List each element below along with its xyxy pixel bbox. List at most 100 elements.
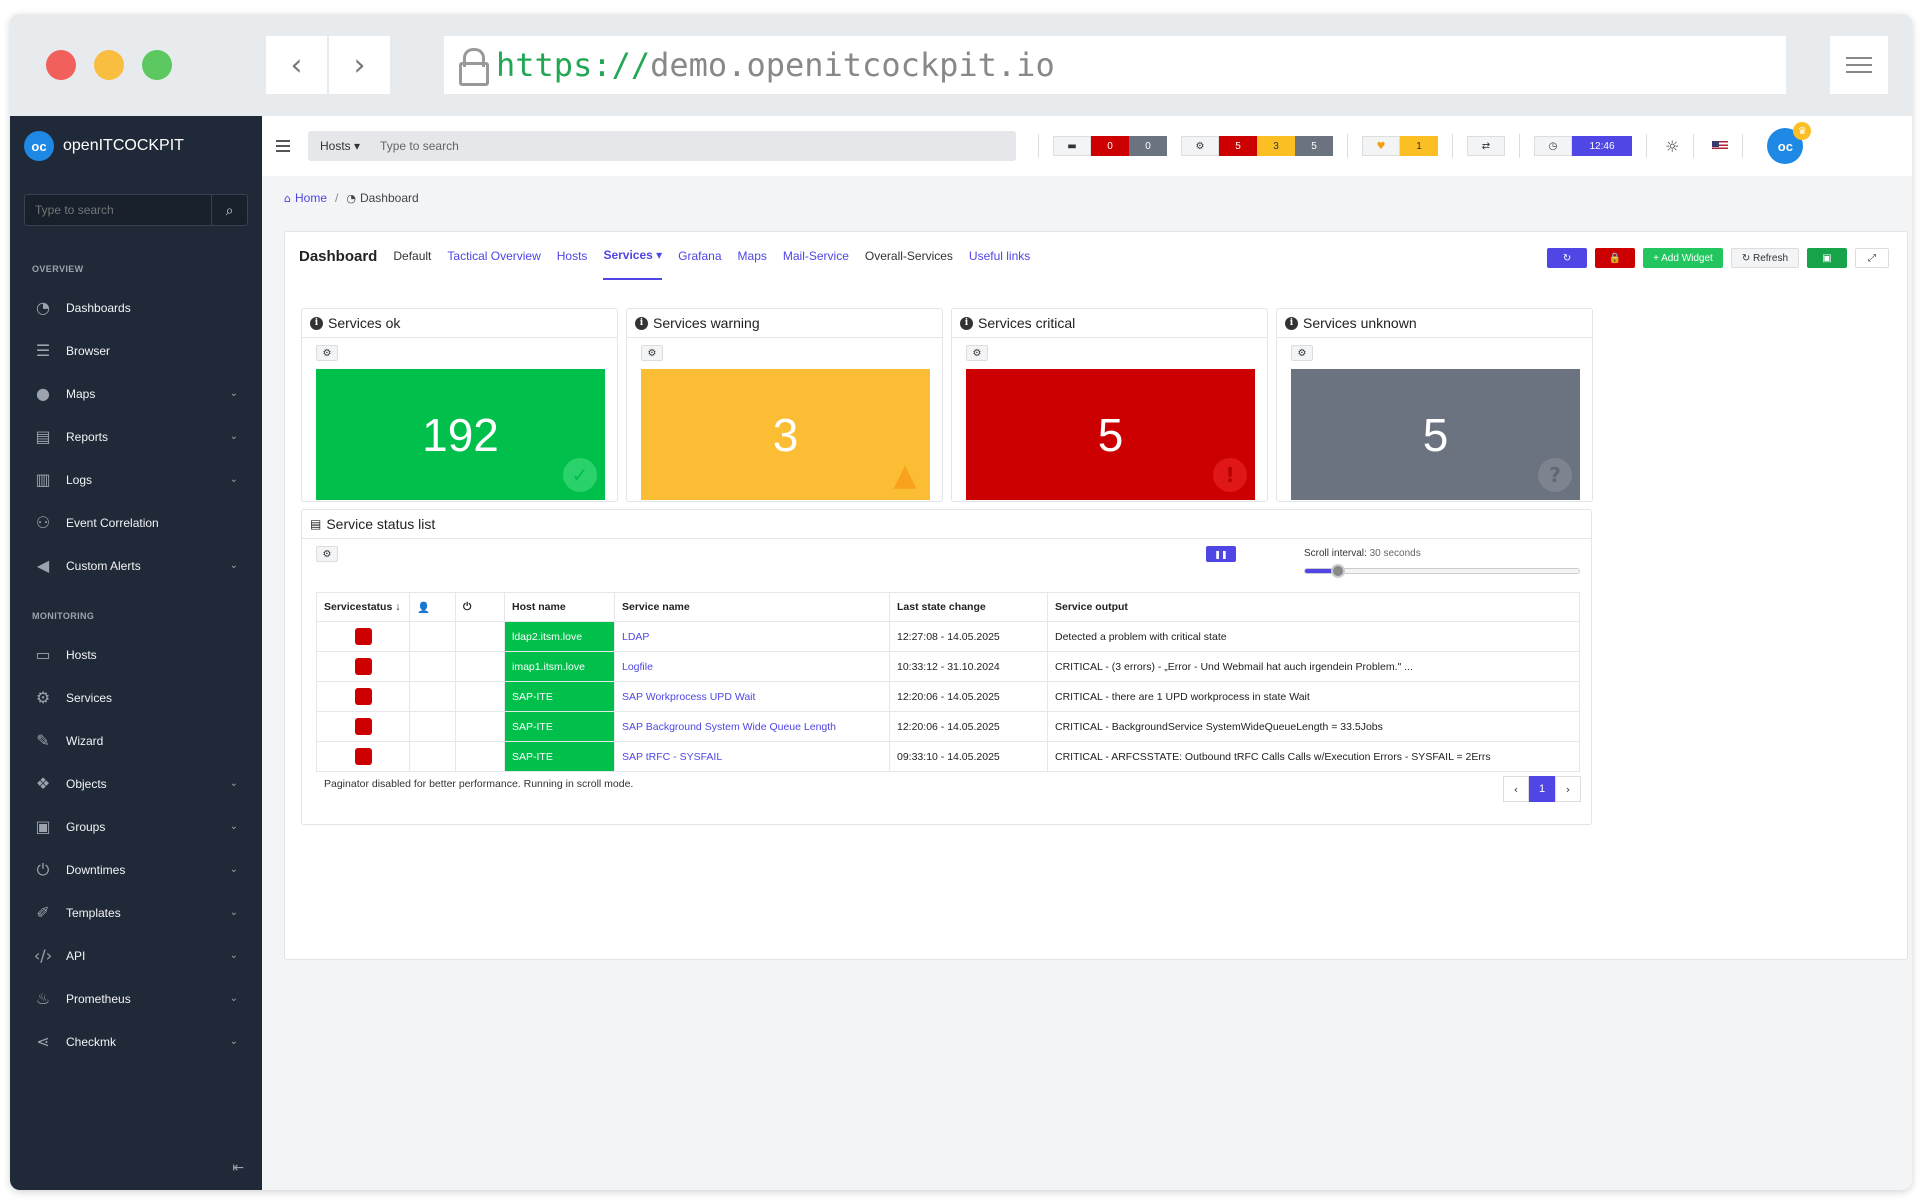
avatar[interactable]: oc ♛: [1767, 122, 1812, 164]
close-window-button[interactable]: [46, 50, 76, 80]
service-link[interactable]: SAP Workprocess UPD Wait: [622, 691, 755, 703]
page-1-button[interactable]: 1: [1529, 776, 1555, 802]
sidebar-item-prometheus[interactable]: ♨ Prometheus ⌄: [10, 977, 262, 1020]
next-page-button[interactable]: ›: [1555, 776, 1581, 802]
acknowledged-cell: [409, 741, 456, 772]
service-link[interactable]: SAP Background System Wide Queue Length: [622, 721, 836, 733]
tile-settings-button[interactable]: ⚙: [966, 345, 988, 361]
column-service-name[interactable]: Service name: [614, 592, 890, 622]
prev-page-button[interactable]: ‹: [1503, 776, 1529, 802]
notification-count[interactable]: 1: [1400, 136, 1438, 156]
table-body: ldap2.itsm.love LDAP 12:27:08 - 14.05.2025…: [316, 621, 1580, 772]
sun-icon[interactable]: ☼: [1665, 137, 1679, 156]
services-unknown-count[interactable]: 5: [1295, 136, 1333, 156]
maximize-window-button[interactable]: [142, 50, 172, 80]
column-service-output[interactable]: Service output: [1047, 592, 1580, 622]
refresh-button[interactable]: ↻ Refresh: [1730, 248, 1799, 268]
column-host-name[interactable]: Host name: [504, 592, 615, 622]
top-search-input[interactable]: Type to search: [380, 139, 459, 153]
tab-hosts[interactable]: Hosts: [557, 232, 588, 280]
lock-dashboard-button[interactable]: 🔒: [1595, 248, 1636, 268]
sidebar-item-browser[interactable]: ☰ Browser: [10, 329, 262, 372]
minimize-window-button[interactable]: [94, 50, 124, 80]
sidebar-search-input[interactable]: [25, 203, 211, 217]
sidebar-item-maps[interactable]: ● Maps ⌄: [10, 372, 262, 415]
sidebar-item-wizard[interactable]: ✎ Wizard: [10, 719, 262, 762]
table-row[interactable]: ldap2.itsm.love LDAP 12:27:08 - 14.05.2025…: [316, 621, 1580, 652]
tab-services[interactable]: Services ▾: [603, 232, 663, 280]
sidebar-item-custom-alerts[interactable]: ◀ Custom Alerts ⌄: [10, 544, 262, 587]
hosts-unreachable-count[interactable]: 0: [1129, 136, 1167, 156]
browser-menu-button[interactable]: [1830, 36, 1888, 94]
service-link[interactable]: SAP tRFC - SYSFAIL: [622, 751, 722, 763]
sidebar-item-objects[interactable]: ❖ Objects ⌄: [10, 762, 262, 805]
tile-settings-button[interactable]: ⚙: [316, 345, 338, 361]
slider-handle[interactable]: [1330, 564, 1345, 578]
downtime-column-icon[interactable]: ⏻: [455, 592, 505, 622]
sidebar-item-checkmk[interactable]: ⋖ Checkmk ⌄: [10, 1020, 262, 1063]
table-row[interactable]: SAP-ITE SAP Background System Wide Queue …: [316, 711, 1580, 742]
downtime-cell: [455, 651, 505, 682]
sync-icon[interactable]: ⇄: [1467, 136, 1505, 156]
widget-settings-button[interactable]: ⚙: [316, 546, 338, 562]
pause-scroll-button[interactable]: ❚❚: [1206, 546, 1236, 562]
forward-button[interactable]: ›: [329, 36, 390, 94]
add-widget-button[interactable]: + Add Widget: [1643, 248, 1723, 268]
sidebar-item-templates[interactable]: ✐ Templates ⌄: [10, 891, 262, 934]
tab-maps[interactable]: Maps: [738, 232, 767, 280]
sidebar-item-event-correlation[interactable]: ⚇ Event Correlation: [10, 501, 262, 544]
sidebar-item-services[interactable]: ⚙ Services: [10, 676, 262, 719]
sidebar-item-logs[interactable]: ▥ Logs ⌄: [10, 458, 262, 501]
address-bar[interactable]: https://demo.openitcockpit.io: [444, 36, 1786, 94]
tab-default[interactable]: Default: [393, 232, 431, 280]
service-link[interactable]: Logfile: [622, 661, 653, 673]
column-servicestatus[interactable]: Servicestatus ↓: [316, 592, 410, 622]
back-button[interactable]: ‹: [266, 36, 329, 94]
sidebar-item-api[interactable]: ‹/› API ⌄: [10, 934, 262, 977]
column-last-state-change[interactable]: Last state change: [889, 592, 1048, 622]
tab-tactical-overview[interactable]: Tactical Overview: [447, 232, 540, 280]
us-flag-icon[interactable]: [1712, 140, 1729, 152]
hosts-down-count[interactable]: 0: [1091, 136, 1129, 156]
table-row[interactable]: SAP-ITE SAP tRFC - SYSFAIL 09:33:10 - 14.0…: [316, 741, 1580, 772]
tile-value-box[interactable]: 5?: [1291, 369, 1580, 500]
brand[interactable]: oc openITCOCKPIT: [10, 116, 262, 176]
host-name-cell[interactable]: SAP-ITE: [504, 711, 615, 742]
fullscreen-button[interactable]: ⤢: [1855, 248, 1889, 268]
tab-mail-service[interactable]: Mail-Service: [783, 232, 849, 280]
tile-settings-button[interactable]: ⚙: [1291, 345, 1313, 361]
search-icon[interactable]: ⌕: [211, 195, 247, 225]
host-name-cell[interactable]: SAP-ITE: [504, 681, 615, 712]
widget-header: ▤ Service status list: [302, 510, 1591, 539]
table-row[interactable]: SAP-ITE SAP Workprocess UPD Wait 12:20:06 …: [316, 681, 1580, 712]
sidebar-item-dashboards[interactable]: ◔ Dashboards: [10, 286, 262, 329]
services-critical-count[interactable]: 5: [1219, 136, 1257, 156]
host-name-cell[interactable]: ldap2.itsm.love: [504, 621, 615, 652]
breadcrumb-home[interactable]: ⌂ Home: [284, 191, 327, 205]
table-row[interactable]: imap1.itsm.love Logfile 10:33:12 - 31.10.2…: [316, 651, 1580, 682]
tile-value-box[interactable]: 3 ▲: [641, 369, 930, 500]
scroll-interval-slider[interactable]: [1304, 564, 1580, 578]
hamburger-icon[interactable]: [276, 140, 290, 152]
tile-value-box[interactable]: 192 ✓: [316, 369, 605, 500]
services-warning-count[interactable]: 3: [1257, 136, 1295, 156]
acknowledged-column-icon[interactable]: 👤: [409, 592, 456, 622]
host-status-counters: ▬ 0 0: [1053, 136, 1167, 156]
tab-grafana[interactable]: Grafana: [678, 232, 721, 280]
sidebar-item-hosts[interactable]: ▭ Hosts: [10, 633, 262, 676]
sidebar-item-downtimes[interactable]: ⏻ Downtimes ⌄: [10, 848, 262, 891]
tile-settings-button[interactable]: ⚙: [641, 345, 663, 361]
sync-dashboard-button[interactable]: ↻: [1547, 248, 1588, 268]
sidebar-item-groups[interactable]: ▣ Groups ⌄: [10, 805, 262, 848]
divider: [1646, 134, 1647, 158]
collapse-sidebar-icon[interactable]: ⇤: [232, 1160, 244, 1176]
host-name-cell[interactable]: imap1.itsm.love: [504, 651, 615, 682]
tab-overall-services[interactable]: Overall-Services: [865, 232, 953, 280]
sidebar-item-reports[interactable]: ▤ Reports ⌄: [10, 415, 262, 458]
search-type-select[interactable]: Hosts ▾: [308, 139, 372, 153]
save-dashboard-button[interactable]: ▣: [1807, 248, 1847, 268]
service-link[interactable]: LDAP: [622, 631, 649, 643]
host-name-cell[interactable]: SAP-ITE: [504, 741, 615, 772]
tile-value-box[interactable]: 5!: [966, 369, 1255, 500]
tab-useful-links[interactable]: Useful links: [969, 232, 1030, 280]
